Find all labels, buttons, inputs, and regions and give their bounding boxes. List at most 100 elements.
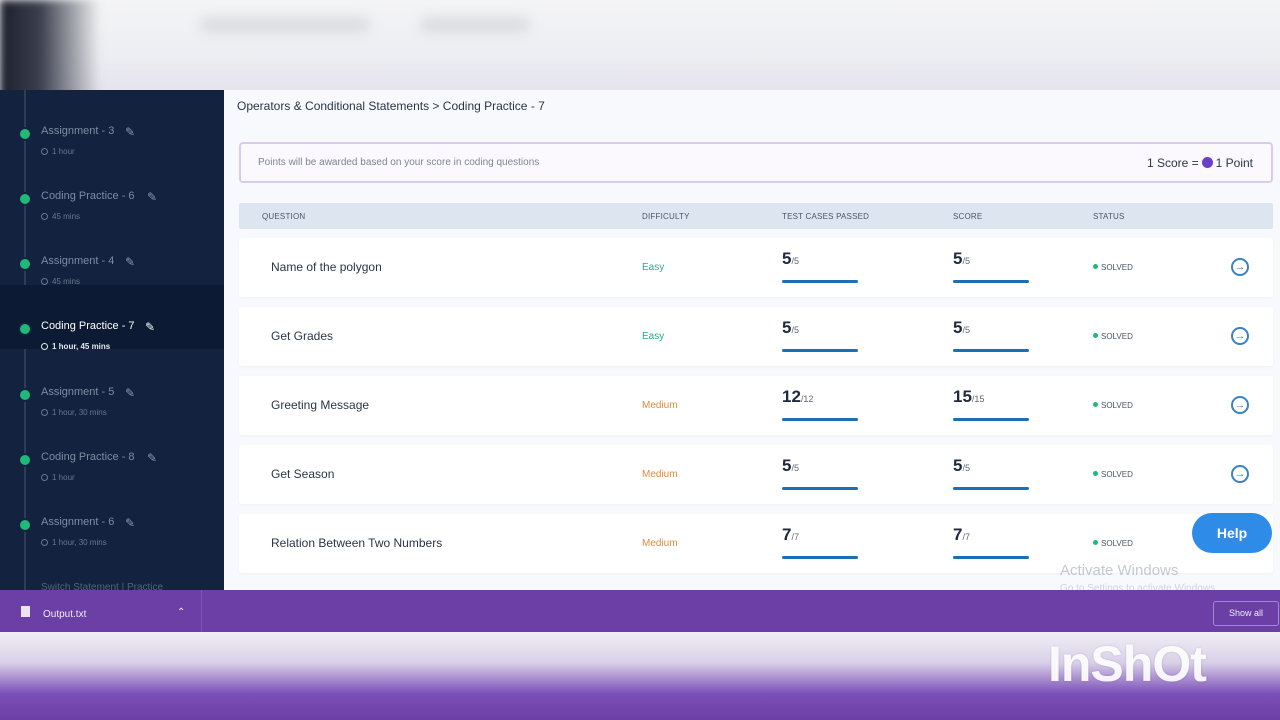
rule-right-text: 1 Point (1215, 156, 1253, 170)
rule-left-text: 1 Score = (1146, 156, 1199, 170)
tests-progress-bar (782, 349, 858, 352)
sidebar-item-assignment-3[interactable]: Assignment - 3 ✎ 1 hour (0, 90, 224, 156)
table-row[interactable]: Name of the polygon Easy 5/5 5/5 SOLVED … (239, 238, 1273, 297)
status-dot-icon (1093, 264, 1098, 269)
score-total: /15 (971, 394, 985, 404)
score-progress-bar (953, 487, 1029, 490)
blurred-tab (420, 18, 530, 32)
sidebar-item-duration: 1 hour, 30 mins (41, 538, 107, 547)
edit-icon[interactable]: ✎ (125, 255, 135, 269)
tests-total: /5 (791, 325, 799, 335)
header-tests: TEST CASES PASSED (782, 212, 870, 221)
table-row[interactable]: Get Grades Easy 5/5 5/5 SOLVED → (239, 307, 1273, 366)
table-row[interactable]: Get Season Medium 5/5 5/5 SOLVED → (239, 445, 1273, 504)
download-bar: Output.txt ⌃ Show all (0, 590, 1280, 632)
tests-progress-bar (782, 556, 858, 559)
clock-icon (41, 148, 48, 155)
header-score: SCORE (953, 212, 983, 221)
sidebar-item-title: Assignment - 6 (41, 516, 115, 528)
score: 7/7 (953, 525, 1029, 559)
header-question: QUESTION (262, 212, 306, 221)
sidebar-item-assignment-4[interactable]: Assignment - 4 ✎ 45 mins (0, 220, 224, 286)
download-item[interactable]: Output.txt ⌃ (0, 590, 202, 632)
score: 5/5 (953, 249, 1029, 283)
sidebar-item-coding-practice-6[interactable]: Coding Practice - 6 ✎ 45 mins (0, 155, 224, 221)
difficulty-label: Easy (642, 262, 665, 273)
difficulty-label: Easy (642, 331, 665, 342)
status-badge: SOLVED (1093, 263, 1133, 272)
status-text: SOLVED (1101, 470, 1133, 479)
header-status: STATUS (1093, 212, 1125, 221)
open-question-arrow-icon[interactable]: → (1231, 327, 1249, 345)
coin-icon (1201, 157, 1213, 168)
status-dot-icon (1093, 471, 1098, 476)
status-text: SOLVED (1101, 401, 1133, 410)
table-row[interactable]: Greeting Message Medium 12/12 15/15 SOLV… (239, 376, 1273, 435)
difficulty-label: Medium (642, 469, 678, 480)
question-name: Get Grades (271, 329, 334, 343)
help-button[interactable]: Help (1192, 513, 1272, 553)
score-value: 15 (953, 387, 972, 406)
tests-total: /12 (800, 394, 814, 404)
main-content: Operators & Conditional Statements > Cod… (224, 90, 1280, 590)
blurred-tab (200, 18, 370, 32)
course-sidebar: Assignment - 3 ✎ 1 hour Coding Practice … (0, 90, 224, 590)
sidebar-item-cutoff[interactable]: Switch Statement | Practice (41, 582, 163, 590)
clock-icon (41, 474, 48, 481)
completed-dot-icon (20, 129, 30, 139)
edit-icon[interactable]: ✎ (147, 451, 157, 465)
question-name: Greeting Message (271, 398, 370, 412)
edit-icon[interactable]: ✎ (125, 125, 135, 139)
edit-icon[interactable]: ✎ (147, 190, 157, 204)
open-question-arrow-icon[interactable]: → (1231, 258, 1249, 276)
status-text: SOLVED (1101, 263, 1133, 272)
tests-passed: 12/12 (782, 387, 858, 421)
question-name: Name of the polygon (271, 260, 382, 274)
status-badge: SOLVED (1093, 401, 1133, 410)
question-name: Get Season (271, 467, 335, 481)
edit-icon[interactable]: ✎ (125, 516, 135, 530)
duration-text: 1 hour, 30 mins (52, 538, 107, 547)
difficulty-label: Medium (642, 400, 678, 411)
show-all-button[interactable]: Show all (1213, 601, 1279, 626)
score-progress-bar (953, 556, 1029, 559)
tests-passed: 5/5 (782, 249, 858, 283)
sidebar-item-coding-practice-7[interactable]: Coding Practice - 7 ✎ 1 hour, 45 mins (0, 285, 224, 351)
difficulty-label: Medium (642, 538, 678, 549)
status-badge: SOLVED (1093, 470, 1133, 479)
sidebar-item-title: Assignment - 3 (41, 125, 115, 137)
tests-total: /5 (791, 256, 799, 266)
header-difficulty: DIFFICULTY (642, 212, 690, 221)
open-question-arrow-icon[interactable]: → (1231, 465, 1249, 483)
score-progress-bar (953, 418, 1029, 421)
chevron-up-icon[interactable]: ⌃ (177, 607, 185, 618)
status-dot-icon (1093, 402, 1098, 407)
table-header: QUESTION DIFFICULTY TEST CASES PASSED SC… (239, 203, 1273, 229)
sidebar-item-title: Assignment - 4 (41, 255, 115, 267)
score-progress-bar (953, 349, 1029, 352)
score-total: /7 (962, 532, 970, 542)
status-badge: SOLVED (1093, 332, 1133, 341)
app-window: Assignment - 3 ✎ 1 hour Coding Practice … (0, 90, 1280, 590)
notice-message: Points will be awarded based on your sco… (258, 157, 540, 168)
status-badge: SOLVED (1093, 539, 1133, 548)
status-dot-icon (1093, 540, 1098, 545)
edit-icon[interactable]: ✎ (145, 320, 155, 334)
sidebar-item-title: Assignment - 5 (41, 386, 115, 398)
sidebar-item-coding-practice-8[interactable]: Coding Practice - 8 ✎ 1 hour (0, 416, 224, 482)
breadcrumb[interactable]: Operators & Conditional Statements > Cod… (237, 99, 545, 113)
clock-icon (41, 278, 48, 285)
sidebar-item-assignment-6[interactable]: Assignment - 6 ✎ 1 hour, 30 mins (0, 481, 224, 547)
activate-windows-title: Activate Windows (1060, 562, 1179, 579)
score-total: /5 (962, 325, 970, 335)
clock-icon (41, 539, 48, 546)
duration-text: 1 hour, 45 mins (52, 342, 111, 351)
tests-progress-bar (782, 280, 858, 283)
tests-passed-value: 12 (782, 387, 801, 406)
open-question-arrow-icon[interactable]: → (1231, 396, 1249, 414)
status-text: SOLVED (1101, 332, 1133, 341)
edit-icon[interactable]: ✎ (125, 386, 135, 400)
completed-dot-icon (20, 194, 30, 204)
score-total: /5 (962, 256, 970, 266)
sidebar-item-assignment-5[interactable]: Assignment - 5 ✎ 1 hour, 30 mins (0, 351, 224, 417)
